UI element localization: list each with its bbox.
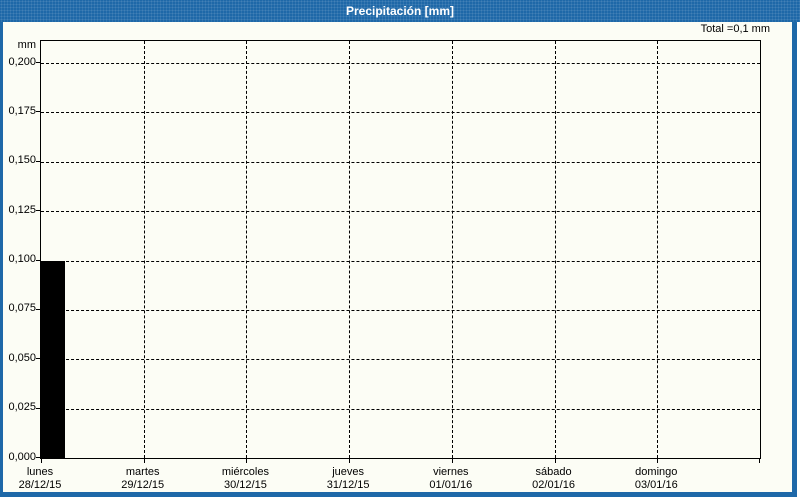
y-tick-label: 0,125 xyxy=(8,203,36,216)
chart-title: Precipitación [mm] xyxy=(345,4,455,18)
y-tick-label: 0,075 xyxy=(8,302,36,315)
window-border-right xyxy=(792,22,797,497)
x-day-label: domingo 03/01/16 xyxy=(635,466,678,492)
day-name: domingo xyxy=(635,466,678,478)
day-date: 29/12/15 xyxy=(121,479,165,491)
v-gridline xyxy=(451,41,453,458)
day-name: martes xyxy=(125,466,160,478)
total-label: Total =0,1 mm xyxy=(700,23,770,35)
y-axis-tick xyxy=(36,160,40,162)
y-axis-tick xyxy=(36,457,40,458)
h-gridline xyxy=(41,260,760,262)
x-axis-tick xyxy=(41,459,42,463)
day-date: 30/12/15 xyxy=(224,479,267,491)
y-axis-tick xyxy=(36,308,40,310)
y-axis-tick xyxy=(36,407,40,409)
title-bar: Precipitación [mm] xyxy=(0,0,800,22)
x-day-label: miércoles 30/12/15 xyxy=(222,466,269,492)
y-tick-label: 0,025 xyxy=(8,401,36,414)
day-date: 31/12/15 xyxy=(326,479,370,491)
y-axis-tick xyxy=(36,111,40,113)
h-gridline xyxy=(41,161,760,163)
h-gridline xyxy=(41,63,760,64)
day-date: 02/01/16 xyxy=(532,479,575,491)
v-gridline xyxy=(349,41,351,458)
day-name: miércoles xyxy=(221,466,269,478)
day-date: 28/12/15 xyxy=(18,479,62,491)
x-axis-tick xyxy=(451,459,453,463)
y-axis-tick xyxy=(36,62,40,63)
y-tick-label: 0,050 xyxy=(8,351,36,364)
v-gridline xyxy=(246,41,248,458)
day-date: 01/01/16 xyxy=(429,479,473,491)
y-tick-label: 0,000 xyxy=(8,450,36,463)
x-axis-tick xyxy=(554,459,556,463)
x-axis-tick xyxy=(657,459,659,463)
day-name: jueves xyxy=(332,466,365,478)
v-gridline xyxy=(554,41,556,458)
x-axis-tick xyxy=(143,459,145,463)
day-name: sábado xyxy=(535,466,572,478)
x-day-label: jueves 31/12/15 xyxy=(327,466,370,492)
y-tick-label: 0,175 xyxy=(8,104,36,117)
h-gridline xyxy=(41,112,760,114)
y-axis-tick xyxy=(36,358,40,360)
plot-area xyxy=(40,40,761,463)
y-tick-label: 0,150 xyxy=(8,154,36,167)
x-day-label: martes 29/12/15 xyxy=(121,466,164,492)
y-axis-unit-label: mm xyxy=(17,39,36,51)
x-day-label: viernes 01/01/16 xyxy=(429,466,472,492)
y-tick-label: 0,200 xyxy=(8,55,36,68)
y-axis-tick xyxy=(36,259,40,261)
h-gridline xyxy=(41,359,760,361)
window-border-bottom xyxy=(0,492,797,497)
h-gridline xyxy=(41,211,760,213)
x-axis-tick xyxy=(246,459,248,463)
precipitation-bar xyxy=(41,260,65,458)
x-day-label: sábado 02/01/16 xyxy=(532,466,575,492)
app-window: Precipitación [mm] Total =0,1 mm mm 0,20… xyxy=(0,0,800,500)
h-gridline xyxy=(41,408,760,410)
y-tick-label: 0,100 xyxy=(8,253,36,265)
v-gridline xyxy=(143,41,145,458)
day-name: viernes xyxy=(433,466,469,478)
x-axis-tick xyxy=(759,459,760,463)
v-gridline xyxy=(657,41,659,458)
y-axis-tick xyxy=(36,210,40,212)
x-day-label: lunes 28/12/15 xyxy=(19,466,62,492)
h-gridline xyxy=(41,309,760,311)
day-date: 03/01/16 xyxy=(634,479,678,491)
x-axis-tick xyxy=(349,459,351,463)
day-name: lunes xyxy=(26,466,54,478)
